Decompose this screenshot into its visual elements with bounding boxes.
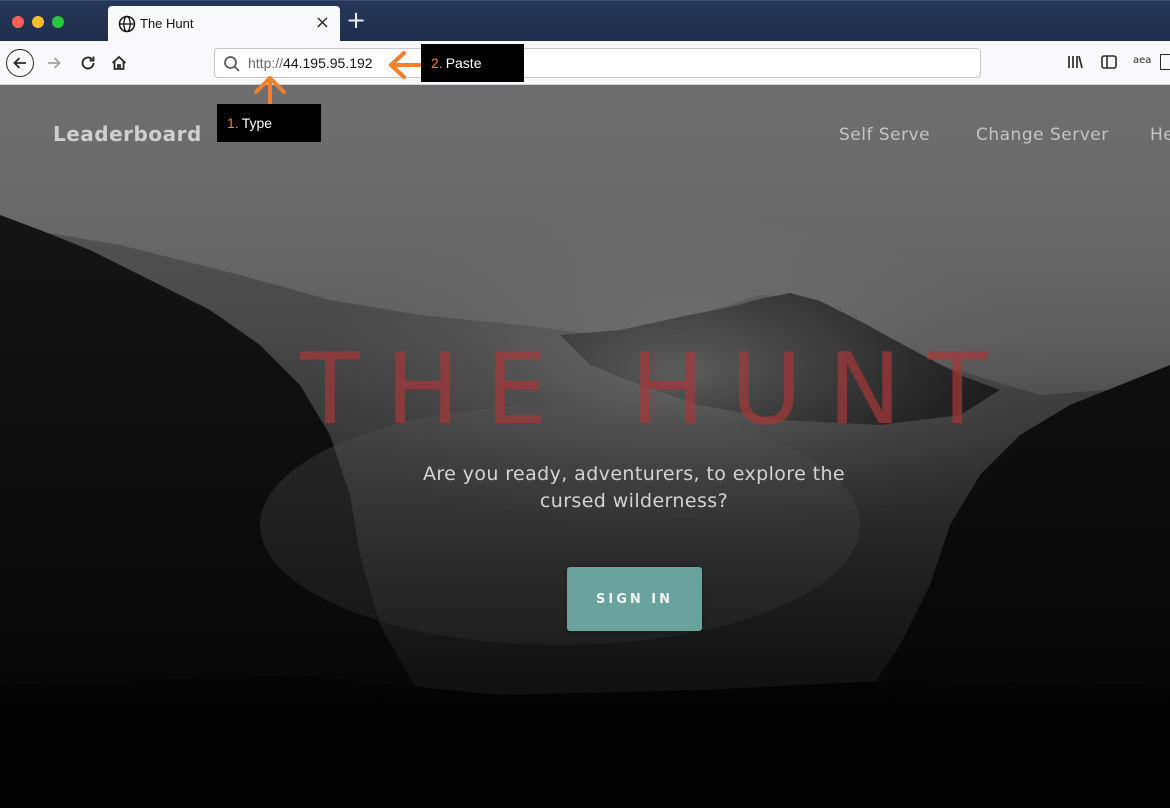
url-bar[interactable]: http://44.195.95.192 bbox=[214, 48, 981, 78]
tab-title: The Hunt bbox=[140, 16, 194, 31]
url-scheme: http:// bbox=[248, 55, 284, 71]
sign-in-button[interactable]: SIGN IN bbox=[567, 567, 702, 631]
arrow-left-annotation-icon bbox=[389, 51, 422, 79]
annotation-step-2-text: Paste bbox=[445, 55, 482, 71]
home-icon bbox=[111, 55, 127, 70]
arrow-left-icon bbox=[13, 57, 26, 69]
overflow-icon[interactable] bbox=[1160, 54, 1170, 70]
annotation-step-1-number: 1. bbox=[227, 115, 239, 131]
globe-icon bbox=[118, 15, 136, 33]
sidebar-icon[interactable] bbox=[1100, 53, 1118, 71]
browser-tab-bar: The Hunt × + bbox=[0, 0, 1170, 42]
url-text: http://44.195.95.192 bbox=[248, 55, 373, 71]
hero-subtitle-line-2: cursed wilderness? bbox=[539, 490, 729, 512]
hero-title: THE HUNT bbox=[300, 333, 1014, 447]
zoom-window-button[interactable] bbox=[52, 16, 64, 28]
annotation-step-2-number: 2. bbox=[431, 55, 443, 71]
nav-link-self-serve[interactable]: Self Serve bbox=[839, 125, 930, 145]
page-viewport: Leaderboard Self Serve Change Server He … bbox=[0, 85, 1170, 808]
browser-toolbar: http://44.195.95.192 aea bbox=[0, 41, 1170, 85]
tab-close-icon[interactable]: × bbox=[315, 12, 330, 33]
browser-tab[interactable]: The Hunt × bbox=[108, 6, 340, 42]
forward-button[interactable] bbox=[40, 49, 68, 77]
nav-link-change-server[interactable]: Change Server bbox=[976, 125, 1109, 145]
reload-icon bbox=[81, 56, 95, 70]
nav-link-help[interactable]: He bbox=[1150, 125, 1170, 145]
amazon-assistant-icon[interactable]: aea bbox=[1133, 55, 1151, 66]
back-button[interactable] bbox=[6, 49, 34, 77]
new-tab-button[interactable]: + bbox=[346, 6, 366, 34]
reload-button[interactable] bbox=[74, 49, 102, 77]
hero-subtitle-line-1: Are you ready, adventurers, to explore t… bbox=[422, 463, 845, 485]
annotation-step-1-text: Type bbox=[241, 115, 273, 131]
home-button[interactable] bbox=[105, 49, 133, 77]
minimize-window-button[interactable] bbox=[32, 16, 44, 28]
hero-subtitle: Are you ready, adventurers, to explore t… bbox=[384, 461, 884, 515]
url-host: 44.195.95.192 bbox=[283, 55, 373, 71]
search-icon bbox=[224, 56, 240, 72]
annotation-step-1: 1. Type bbox=[217, 104, 321, 142]
close-window-button[interactable] bbox=[12, 16, 24, 28]
arrow-right-icon bbox=[48, 57, 61, 69]
annotation-step-2: 2. Paste bbox=[421, 44, 524, 82]
library-icon[interactable] bbox=[1066, 53, 1084, 71]
arrow-up-icon bbox=[254, 76, 286, 106]
site-logo-leaderboard[interactable]: Leaderboard bbox=[53, 122, 202, 146]
